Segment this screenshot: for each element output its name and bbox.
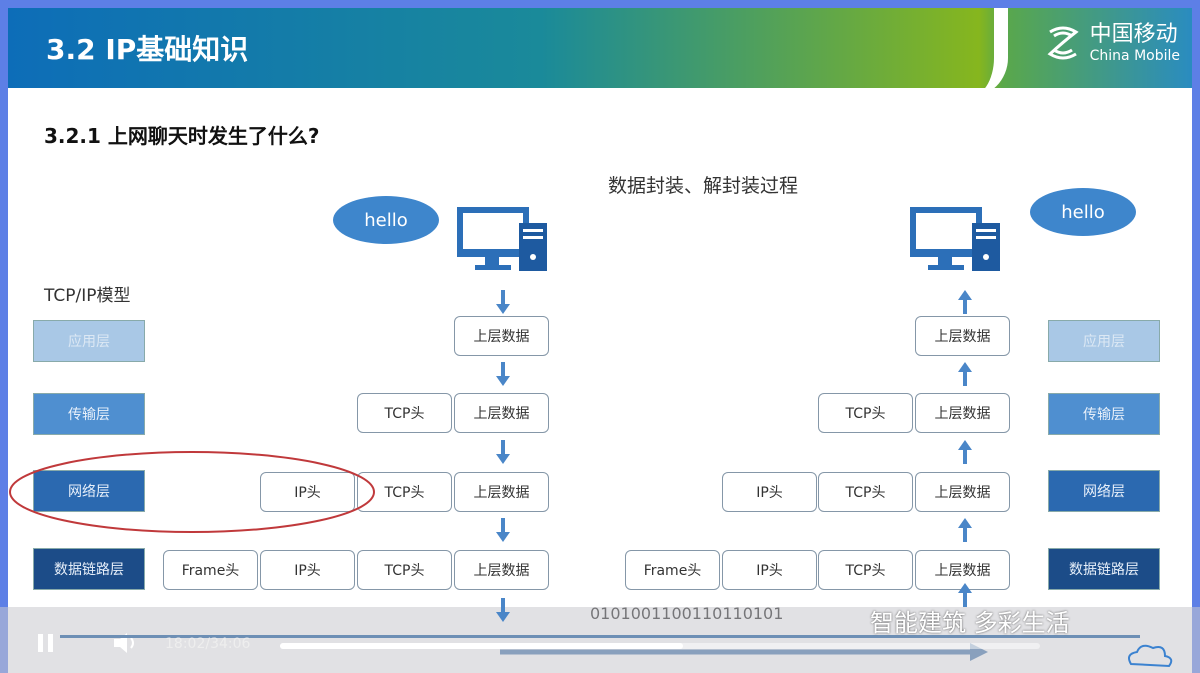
computer-icon-receiver	[910, 207, 1000, 271]
overlay-shapes	[9, 451, 988, 661]
arrow-up-icon	[958, 518, 972, 542]
computer-icon-sender	[457, 207, 547, 271]
highlight-ellipse	[9, 451, 375, 533]
arrow-up-icon	[958, 362, 972, 386]
arrow-down-icon	[496, 598, 510, 622]
watermark: 智能建筑 多彩生活	[870, 609, 1070, 637]
arrow-up-icon	[958, 440, 972, 464]
arrow-down-icon	[496, 362, 510, 386]
arrow-down-icon	[496, 518, 510, 542]
arrow-up-icon	[958, 583, 972, 607]
arrow-down-icon	[496, 440, 510, 464]
arrow-down-icon	[496, 290, 510, 314]
video-time: 18:02/34:06	[165, 636, 251, 652]
progress-fill	[280, 643, 683, 649]
progress-track[interactable]	[280, 643, 1040, 649]
arrow-up-icon	[958, 290, 972, 314]
pause-icon[interactable]	[36, 633, 56, 653]
cloud-logo-icon	[1128, 644, 1173, 668]
